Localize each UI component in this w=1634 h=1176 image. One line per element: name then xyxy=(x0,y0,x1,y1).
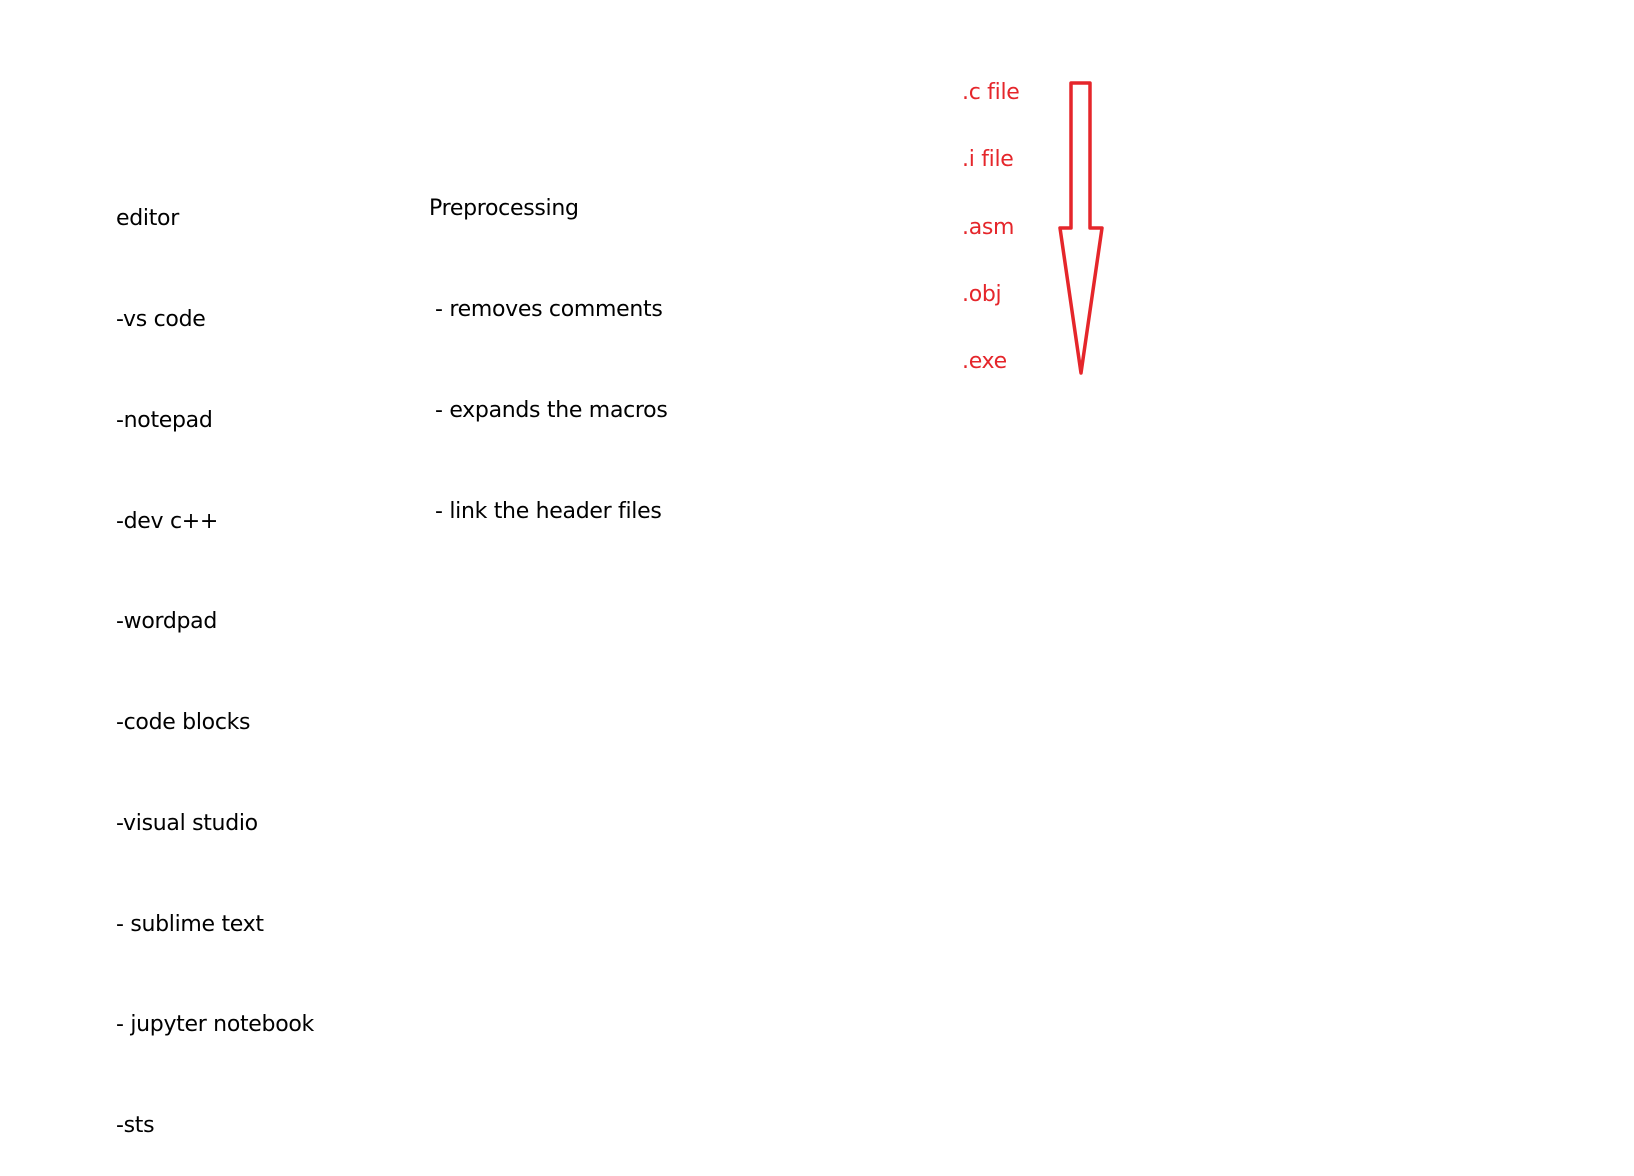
editor-item: -sts xyxy=(116,1113,155,1139)
editor-item: - sublime text xyxy=(116,911,264,937)
editor-item: - jupyter notebook xyxy=(116,1012,314,1038)
down-arrow-shape xyxy=(1058,81,1104,375)
editor-item: -visual studio xyxy=(116,810,258,836)
down-arrow-icon xyxy=(1058,81,1104,375)
